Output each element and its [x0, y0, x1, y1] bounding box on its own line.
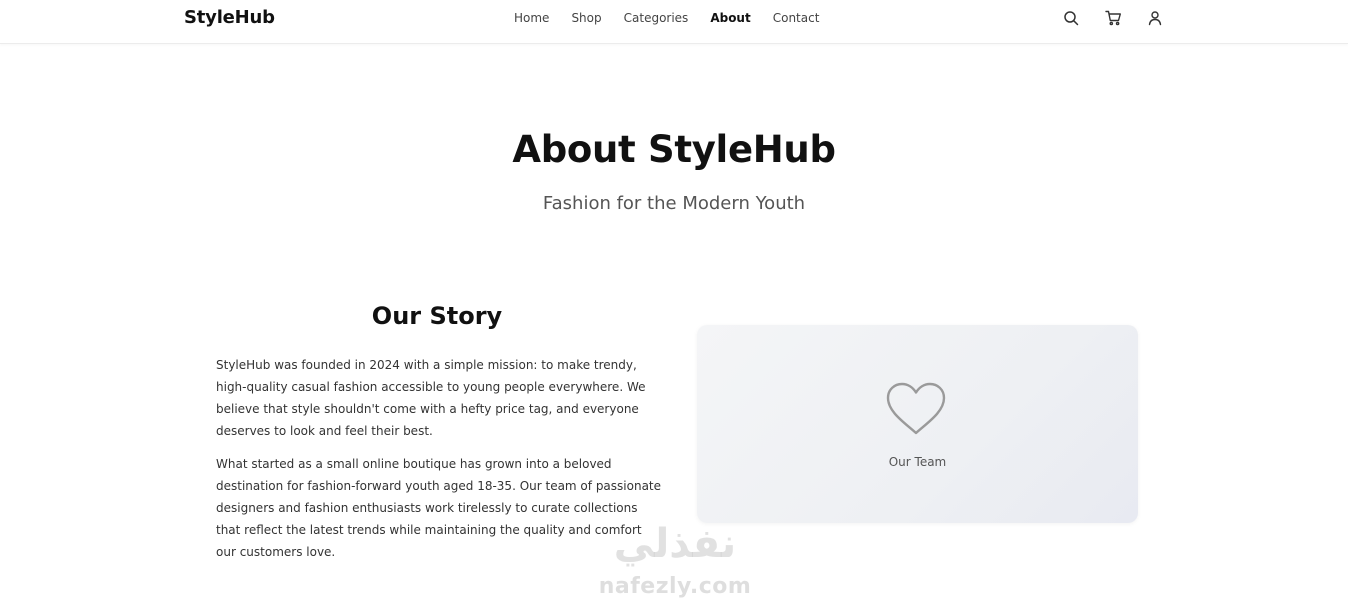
- search-icon[interactable]: [1062, 9, 1080, 27]
- nav-link-home[interactable]: Home: [514, 11, 549, 25]
- nav-link-shop[interactable]: Shop: [571, 11, 601, 25]
- heart-icon: [885, 381, 947, 437]
- watermark-latin: nafezly.com: [598, 574, 752, 599]
- nav-link-categories[interactable]: Categories: [624, 11, 689, 25]
- main-nav: Home Shop Categories About Contact: [514, 11, 841, 25]
- page-subtitle: Fashion for the Modern Youth: [542, 193, 806, 214]
- story-paragraph: StyleHub was founded in 2024 with a simp…: [216, 358, 646, 438]
- team-card: Our Team: [697, 325, 1138, 523]
- story-paragraph: What started as a small online boutique …: [216, 457, 662, 559]
- navbar: StyleHub Home Shop Categories About Cont…: [0, 0, 1348, 44]
- cart-icon[interactable]: [1104, 9, 1122, 27]
- story-heading: Our Story: [371, 302, 503, 330]
- user-icon[interactable]: [1146, 9, 1164, 27]
- nav-icon-group: [1062, 9, 1164, 27]
- page-title: About StyleHub: [512, 128, 836, 171]
- team-label: Our Team: [888, 455, 947, 469]
- site-logo[interactable]: StyleHub: [184, 7, 275, 28]
- nav-link-contact[interactable]: Contact: [773, 11, 820, 25]
- nav-link-about[interactable]: About: [710, 11, 750, 25]
